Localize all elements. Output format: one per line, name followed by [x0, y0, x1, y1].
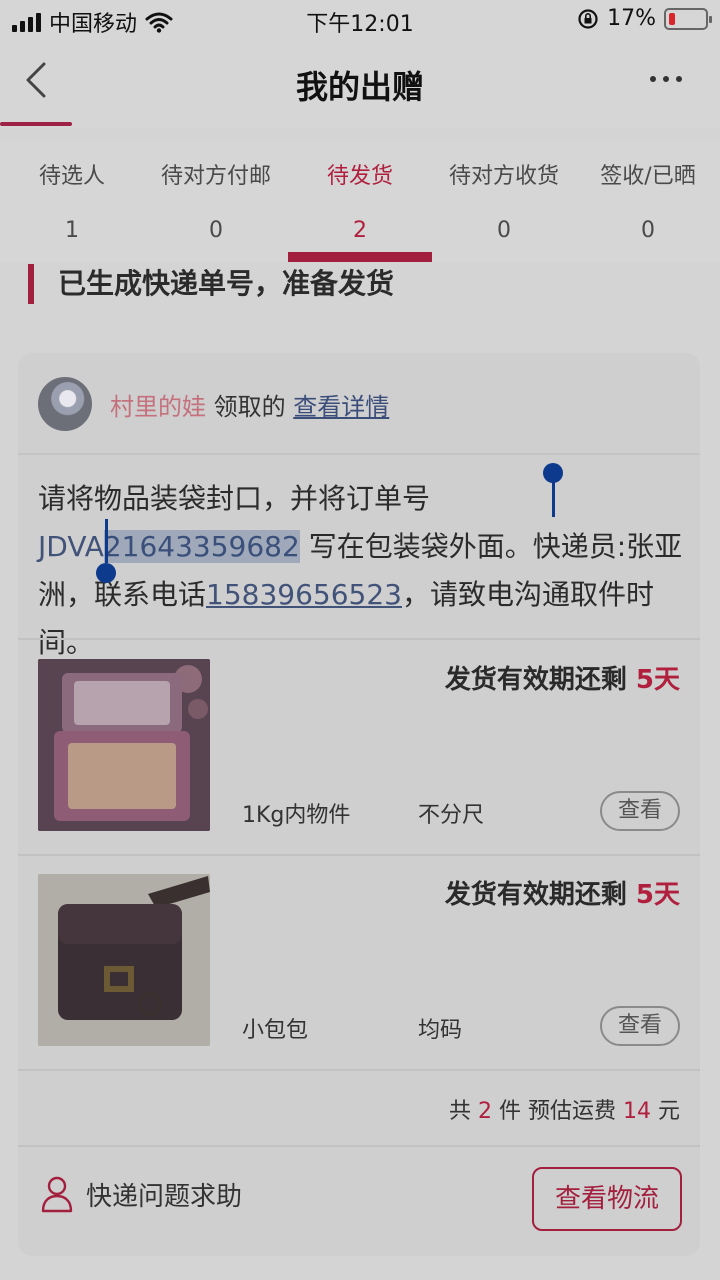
tab-pending-ship[interactable]: 待发货 2: [288, 140, 432, 262]
tab-count: 1: [65, 218, 79, 243]
deadline-text: 发货有效期还剩: [444, 665, 636, 695]
status-bar: 中国移动 下午12:01 17%: [0, 0, 720, 40]
tab-label: 待对方付邮: [160, 164, 271, 189]
ship-deadline: 发货有效期还剩 5天: [445, 659, 680, 696]
item-count: 2: [478, 1099, 493, 1124]
recipient-name[interactable]: 村里的娃: [110, 393, 206, 421]
nav-bar: 我的出赠: [0, 40, 720, 128]
selection-end-handle[interactable]: [96, 563, 116, 583]
avatar[interactable]: [38, 377, 92, 431]
dot-icon: [676, 76, 682, 82]
shipping-summary: 共 2 件 预估运费 14 元: [449, 1093, 680, 1125]
item-photo[interactable]: [38, 874, 210, 1046]
section-title: 已生成快递单号，准备发货: [28, 264, 394, 304]
rotation-lock-icon: [578, 8, 598, 29]
view-detail-link[interactable]: 查看详情: [293, 393, 389, 421]
tab-pending-receive[interactable]: 待对方收货 0: [432, 140, 576, 262]
view-item-button[interactable]: 查看: [600, 791, 680, 831]
tab-count: 0: [497, 218, 511, 243]
battery-percent: 17%: [607, 6, 656, 31]
divider: [18, 638, 700, 640]
item-size: 均码: [418, 1018, 463, 1043]
tab-count: 0: [209, 218, 223, 243]
tab-signed[interactable]: 签收/已晒 0: [576, 140, 720, 262]
item-photo[interactable]: [38, 659, 210, 831]
divider: [18, 1145, 700, 1147]
page-title: 我的出赠: [295, 68, 424, 106]
tab-pending-select[interactable]: 待选人 1: [0, 140, 144, 262]
small-bag-image: [38, 874, 210, 1046]
courier-phone-link[interactable]: 15839656523: [206, 578, 402, 611]
summary-text: 件 预估运费: [492, 1099, 623, 1124]
selection-end-caret: [105, 519, 108, 563]
tab-label: 签收/已晒: [600, 164, 696, 189]
summary-text: 元: [651, 1099, 680, 1124]
view-logistics-button[interactable]: 查看物流: [532, 1167, 682, 1231]
active-tab-indicator: [288, 252, 432, 262]
compact-mirror-image: [38, 659, 210, 831]
item-weight: 小包包: [242, 1018, 309, 1043]
status-tabs: 待选人 1 待对方付邮 0 待发货 2 待对方收货 0 签收/已晒 0: [0, 140, 720, 262]
divider: [18, 1069, 700, 1071]
dot-icon: [663, 76, 669, 82]
more-button[interactable]: [650, 76, 682, 82]
recipient-row: 村里的娃 领取的 查看详情: [18, 353, 700, 455]
user-icon: [41, 1176, 73, 1213]
ship-deadline: 发货有效期还剩 5天: [445, 874, 680, 911]
received-text: 领取的: [213, 393, 286, 421]
item-weight: 1Kg内物件: [242, 803, 351, 828]
help-label: 快递问题求助: [86, 1181, 243, 1212]
deadline-text: 发货有效期还剩: [444, 880, 636, 910]
dot-icon: [650, 76, 656, 82]
tab-label: 待发货: [326, 164, 393, 189]
tab-count: 0: [641, 218, 655, 243]
order-number-selected[interactable]: 21643359682: [103, 530, 300, 563]
view-item-button[interactable]: 查看: [600, 1006, 680, 1046]
instruction-prefix: 请将物品装袋封口，并将订单号: [38, 482, 431, 515]
item-size: 不分尺: [418, 803, 485, 828]
gift-item: 发货有效期还剩 5天 小包包 均码 查看: [18, 856, 700, 1069]
status-right: 17%: [577, 6, 712, 31]
order-card: 村里的娃 领取的 查看详情 请将物品装袋封口，并将订单号 JDVA2164335…: [18, 353, 700, 1256]
selection-start-caret: [552, 477, 555, 517]
gift-item: 发货有效期还剩 5天 1Kg内物件 不分尺 查看: [18, 641, 700, 854]
summary-text: 共: [449, 1099, 479, 1124]
deadline-days: 5天: [635, 665, 680, 695]
deadline-days: 5天: [635, 880, 680, 910]
order-number-head: JDVA: [38, 530, 104, 563]
tab-count: 2: [353, 218, 367, 243]
tab-label: 待选人: [38, 164, 105, 189]
battery-icon: [664, 7, 712, 30]
tab-label: 待对方收货: [448, 164, 559, 189]
shipping-fee: 14: [623, 1099, 651, 1124]
nav-underline: [0, 122, 72, 126]
tab-pending-postage[interactable]: 待对方付邮 0: [144, 140, 288, 262]
recipient-line: 村里的娃 领取的 查看详情: [110, 387, 389, 422]
courier-help-link[interactable]: 快递问题求助: [40, 1175, 242, 1213]
